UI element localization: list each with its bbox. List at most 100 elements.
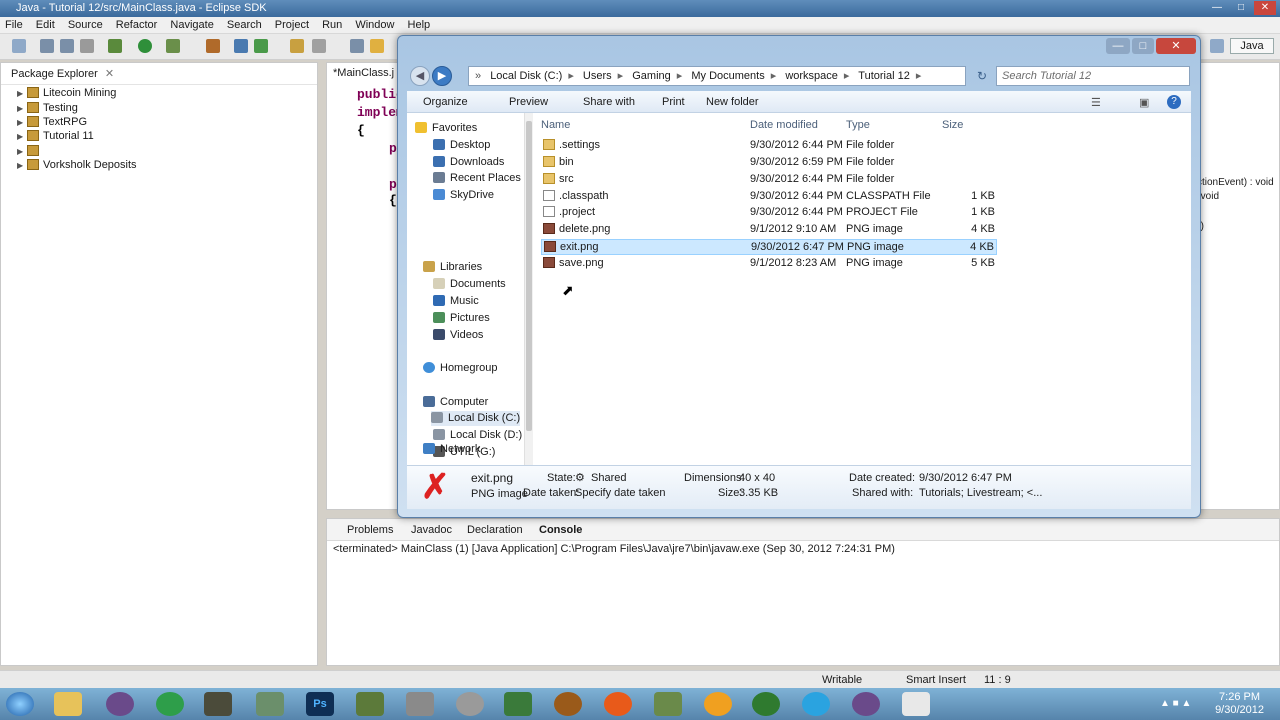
menu-search[interactable]: Search	[222, 17, 267, 34]
nav-local-disk-d[interactable]: Local Disk (D:)	[433, 428, 522, 443]
nav-libraries[interactable]: Libraries	[423, 260, 482, 275]
app-taskbar-icon[interactable]	[406, 692, 434, 716]
menu-file[interactable]: File	[0, 17, 28, 34]
file-row[interactable]: delete.png 9/1/2012 9:10 AM PNG image 4 KB	[541, 222, 997, 238]
save-all-icon[interactable]	[60, 39, 74, 53]
share-with-button[interactable]: Share with	[583, 96, 635, 108]
menu-window[interactable]: Window	[350, 17, 399, 34]
nav-recent-places[interactable]: Recent Places	[433, 171, 521, 186]
chrome-taskbar-icon[interactable]	[156, 692, 184, 716]
pane-splitter[interactable]	[524, 113, 533, 465]
skip-breakpoints-icon[interactable]	[206, 39, 220, 53]
nav-downloads[interactable]: Downloads	[433, 155, 504, 170]
app-taskbar-icon[interactable]	[504, 692, 532, 716]
minecraft-taskbar-icon[interactable]	[356, 692, 384, 716]
new-class-icon[interactable]	[254, 39, 268, 53]
tab-problems[interactable]: Problems	[347, 524, 393, 536]
refresh-icon[interactable]: ↻	[972, 66, 992, 86]
column-type[interactable]: Type	[846, 119, 870, 131]
external-tools-icon[interactable]	[166, 39, 180, 53]
menu-project[interactable]: Project	[270, 17, 314, 34]
file-row[interactable]: src 9/30/2012 6:44 PM File folder	[541, 172, 997, 188]
nav-scrollbar-thumb[interactable]	[526, 121, 532, 431]
app-taskbar-icon[interactable]	[204, 692, 232, 716]
expand-icon[interactable]: ▶	[17, 86, 27, 101]
photoshop-taskbar-icon[interactable]: Ps	[306, 692, 334, 716]
breadcrumb-item[interactable]: Gaming	[632, 70, 671, 82]
column-name[interactable]: Name	[541, 119, 570, 131]
print-icon[interactable]	[80, 39, 94, 53]
start-button-icon[interactable]	[6, 692, 34, 716]
project-item[interactable]: ▶ TextRPG	[17, 115, 87, 130]
breadcrumb-item[interactable]: Local Disk (C:)	[490, 70, 562, 82]
column-size[interactable]: Size	[942, 119, 963, 131]
preview-pane-icon[interactable]: ▣	[1139, 96, 1149, 109]
nav-music[interactable]: Music	[433, 294, 479, 309]
expand-icon[interactable]: ▶	[17, 115, 27, 130]
expand-icon[interactable]: ▶	[17, 129, 27, 144]
file-row[interactable]: .classpath 9/30/2012 6:44 PM CLASSPATH Fil…	[541, 189, 997, 205]
menu-source[interactable]: Source	[63, 17, 108, 34]
explorer-taskbar-icon[interactable]	[54, 692, 82, 716]
run-icon[interactable]	[138, 39, 152, 53]
app-taskbar-icon[interactable]	[902, 692, 930, 716]
minimize-button[interactable]: —	[1206, 1, 1228, 15]
explorer-maximize-button[interactable]: □	[1132, 38, 1154, 54]
file-row[interactable]: save.png 9/1/2012 8:23 AM PNG image 5 KB	[541, 256, 997, 272]
eclipse-taskbar-icon[interactable]	[852, 692, 880, 716]
app-taskbar-icon[interactable]	[752, 692, 780, 716]
bitcoin-taskbar-icon[interactable]	[704, 692, 732, 716]
menu-edit[interactable]: Edit	[31, 17, 60, 34]
breadcrumb-item[interactable]: Users	[583, 70, 612, 82]
open-perspective-icon[interactable]	[1210, 39, 1224, 53]
file-row[interactable]: .settings 9/30/2012 6:44 PM File folder	[541, 138, 997, 154]
nav-local-disk-c[interactable]: Local Disk (C:)	[431, 411, 521, 426]
close-view-icon[interactable]: ✕	[105, 68, 114, 80]
nav-pictures[interactable]: Pictures	[433, 311, 490, 326]
address-bar[interactable]: » Local Disk (C:) ▸ Users ▸ Gaming ▸ My Doc…	[468, 66, 966, 86]
breadcrumb-item[interactable]: Tutorial 12	[858, 70, 910, 82]
debug-icon[interactable]	[108, 39, 122, 53]
package-explorer-title[interactable]: Package Explorer	[11, 68, 98, 80]
save-icon[interactable]	[40, 39, 54, 53]
menu-refactor[interactable]: Refactor	[111, 17, 163, 34]
detail-value[interactable]: Specify date taken	[575, 487, 666, 499]
app-taskbar-icon[interactable]	[456, 692, 484, 716]
app-taskbar-icon[interactable]	[256, 692, 284, 716]
nav-favorites[interactable]: Favorites	[415, 121, 477, 136]
tab-console[interactable]: Console	[539, 524, 582, 536]
back-icon[interactable]: ◀	[410, 66, 430, 86]
perspective-java-button[interactable]: Java	[1230, 38, 1274, 54]
breadcrumb-item[interactable]: My Documents	[691, 70, 764, 82]
expand-icon[interactable]: ▶	[17, 144, 27, 159]
file-row[interactable]: exit.png 9/30/2012 6:47 PM PNG image 4 KB	[541, 239, 997, 255]
skype-taskbar-icon[interactable]	[802, 692, 830, 716]
tray-icons[interactable]: ▲ ■ ▲	[1160, 698, 1191, 709]
nav-skydrive[interactable]: SkyDrive	[433, 188, 494, 203]
organize-button[interactable]: Organize	[423, 96, 468, 108]
file-row[interactable]: bin 9/30/2012 6:59 PM File folder	[541, 155, 997, 171]
new-java-project-icon[interactable]	[234, 39, 248, 53]
search-input[interactable]: Search Tutorial 12	[996, 66, 1190, 86]
menu-run[interactable]: Run	[317, 17, 347, 34]
nav-network[interactable]: Network	[423, 442, 480, 457]
maximize-button[interactable]: □	[1230, 1, 1252, 15]
open-type-icon[interactable]	[290, 39, 304, 53]
new-icon[interactable]	[12, 39, 26, 53]
explorer-close-button[interactable]: ✕	[1156, 38, 1196, 54]
menu-help[interactable]: Help	[403, 17, 436, 34]
new-folder-button[interactable]: New folder	[706, 96, 759, 108]
tab-declaration[interactable]: Declaration	[467, 524, 523, 536]
nav-desktop[interactable]: Desktop	[433, 138, 490, 153]
project-item[interactable]: ▶	[17, 144, 43, 159]
tab-javadoc[interactable]: Javadoc	[411, 524, 452, 536]
toggle-mark-icon[interactable]	[370, 39, 384, 53]
project-item[interactable]: ▶ Litecoin Mining	[17, 86, 116, 101]
clock[interactable]: 7:26 PM 9/30/2012	[1215, 691, 1264, 717]
view-options-icon[interactable]: ☰	[1091, 96, 1101, 109]
file-row[interactable]: .project 9/30/2012 6:44 PM PROJECT File 1 K…	[541, 205, 997, 221]
print-button[interactable]: Print	[662, 96, 685, 108]
app-taskbar-icon[interactable]	[554, 692, 582, 716]
app-taskbar-icon[interactable]	[604, 692, 632, 716]
nav-documents[interactable]: Documents	[433, 277, 506, 292]
